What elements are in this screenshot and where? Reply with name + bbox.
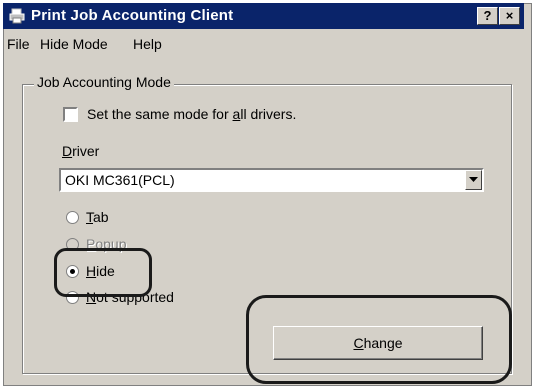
driver-label-accelerator: D	[62, 143, 73, 159]
chevron-down-icon	[469, 177, 478, 182]
window-title: Print Job Accounting Client	[31, 7, 234, 24]
menu-help[interactable]: Help	[133, 36, 162, 52]
driver-select-value: OKI MC361(PCL)	[65, 172, 175, 188]
checkbox-label-part: Set the same mode for	[87, 106, 233, 122]
menu-hide-mode[interactable]: Hide Mode	[40, 36, 108, 52]
menu-bar: File Hide Mode Help	[3, 32, 524, 54]
dropdown-button[interactable]	[465, 170, 482, 190]
title-bar[interactable]: Print Job Accounting Client ? ×	[3, 3, 524, 29]
driver-label-rest: river	[72, 143, 100, 159]
same-mode-checkbox[interactable]	[63, 107, 78, 122]
radio-label-accelerator: T	[86, 209, 93, 225]
help-button[interactable]: ?	[477, 7, 498, 25]
hide-highlight-outline	[54, 248, 152, 297]
driver-select[interactable]: OKI MC361(PCL)	[59, 168, 484, 192]
menu-file[interactable]: File	[7, 36, 30, 52]
radio-tab-label[interactable]: Tab	[86, 209, 109, 225]
printer-icon	[9, 8, 25, 24]
radio-label-rest: ab	[93, 209, 109, 225]
close-button[interactable]: ×	[499, 7, 520, 25]
radio-tab[interactable]	[66, 211, 79, 224]
driver-label: Driver	[62, 143, 99, 159]
group-title: Job Accounting Mode	[34, 74, 174, 90]
same-mode-label[interactable]: Set the same mode for all drivers.	[87, 106, 296, 122]
change-highlight-outline	[246, 295, 512, 384]
checkbox-label-part: ll drivers.	[240, 106, 297, 122]
